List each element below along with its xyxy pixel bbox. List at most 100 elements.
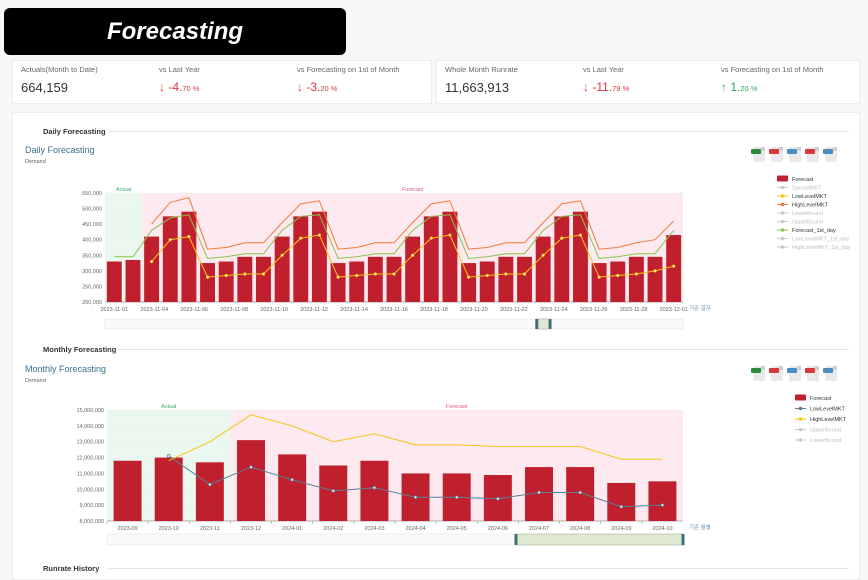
forecast-bar[interactable] xyxy=(144,236,160,302)
data-zoom-handle-right[interactable] xyxy=(681,534,685,545)
forecast-bar[interactable] xyxy=(154,457,183,521)
forecast-bar[interactable] xyxy=(647,256,663,302)
forecast-bar[interactable] xyxy=(237,440,265,521)
forecast-bar[interactable] xyxy=(162,216,178,302)
image-icon[interactable] xyxy=(787,147,801,162)
forecast-bar[interactable] xyxy=(423,216,439,302)
legend-swatch[interactable] xyxy=(795,394,806,401)
image-icon[interactable] xyxy=(823,366,837,381)
low-level-mkt-point[interactable] xyxy=(150,259,154,264)
legend-item-label[interactable]: HighLevelMKT xyxy=(792,203,829,209)
forecast-bar[interactable] xyxy=(572,211,588,302)
low-level-mkt-point[interactable] xyxy=(299,236,303,240)
data-zoom-handle-left[interactable] xyxy=(514,534,518,545)
low-level-mkt-point[interactable] xyxy=(597,275,601,279)
forecast-bar[interactable] xyxy=(311,211,327,302)
low-level-mkt-point[interactable] xyxy=(560,236,564,240)
legend-item-label[interactable]: LowLevelMKT xyxy=(792,194,827,200)
low-level-mkt-point[interactable] xyxy=(411,253,415,257)
low-level-mkt-point[interactable] xyxy=(290,477,294,482)
forecast-bar[interactable] xyxy=(274,236,290,302)
low-level-mkt-point[interactable] xyxy=(466,275,471,279)
forecast-bar[interactable] xyxy=(367,256,383,302)
low-level-mkt-point[interactable] xyxy=(331,489,336,493)
forecast-bar[interactable] xyxy=(125,259,141,302)
legend-item-label[interactable]: LowerBound xyxy=(792,211,823,217)
legend-swatch[interactable] xyxy=(777,175,788,182)
legend-item-label[interactable]: HighLevelMKT_1st_day xyxy=(792,245,851,251)
forecast-bar[interactable] xyxy=(628,256,644,302)
forecast-bar[interactable] xyxy=(591,263,607,302)
pdf-icon[interactable] xyxy=(769,147,783,162)
legend-item-label[interactable]: LowLevelMKT xyxy=(810,407,845,413)
legend-item-label[interactable]: UpperBound xyxy=(810,428,841,434)
legend-item-label[interactable]: UpperBound xyxy=(792,220,823,226)
legend-item-label[interactable]: Forecast xyxy=(792,177,814,183)
forecast-bar[interactable] xyxy=(517,256,532,302)
forecast-bar[interactable] xyxy=(461,263,477,302)
forecast-bar[interactable] xyxy=(293,216,309,302)
low-level-mkt-point[interactable] xyxy=(454,495,459,500)
legend-item-label[interactable]: LowLevelMKT_1st_day xyxy=(792,237,849,243)
image-icon[interactable] xyxy=(787,366,801,381)
data-zoom-window[interactable] xyxy=(536,318,551,330)
forecast-bar[interactable] xyxy=(278,454,307,521)
low-level-mkt-point[interactable] xyxy=(355,273,359,278)
pdf-icon[interactable] xyxy=(805,366,819,381)
forecast-bar[interactable] xyxy=(666,235,682,302)
forecast-bar[interactable] xyxy=(106,261,122,302)
data-zoom-track[interactable] xyxy=(104,318,684,330)
low-level-mkt-point[interactable] xyxy=(372,485,377,490)
forecast-bar[interactable] xyxy=(200,263,216,302)
low-level-mkt-point[interactable] xyxy=(413,495,418,500)
low-level-mkt-point[interactable] xyxy=(243,272,247,276)
data-zoom-handle-left[interactable] xyxy=(535,319,539,329)
low-level-mkt-point[interactable] xyxy=(660,503,665,507)
low-level-mkt-point[interactable] xyxy=(619,504,624,509)
forecast-bar[interactable] xyxy=(195,462,224,521)
legend-item-label[interactable]: Forecast xyxy=(810,396,832,402)
forecast-bar[interactable] xyxy=(405,236,421,302)
forecast-bar[interactable] xyxy=(319,465,348,522)
low-level-mkt-point[interactable] xyxy=(537,490,541,495)
forecast-bar[interactable] xyxy=(479,261,495,302)
data-zoom-handle-right[interactable] xyxy=(548,319,552,329)
excel-icon[interactable] xyxy=(751,366,765,381)
pdf-icon[interactable] xyxy=(805,147,819,162)
low-level-mkt-point[interactable] xyxy=(166,454,171,458)
low-level-mkt-point[interactable] xyxy=(448,233,452,237)
forecast-bar[interactable] xyxy=(442,211,458,302)
low-level-mkt-point[interactable] xyxy=(205,275,210,279)
forecast-bar[interactable] xyxy=(256,256,271,302)
legend-item-label[interactable]: HighLevelMKT xyxy=(810,417,847,423)
low-level-mkt-point[interactable] xyxy=(634,272,638,276)
low-level-mkt-point[interactable] xyxy=(578,490,582,495)
low-level-mkt-point[interactable] xyxy=(336,275,340,279)
legend-item-label[interactable]: SpecialMKT xyxy=(792,186,822,192)
forecast-bar[interactable] xyxy=(330,263,346,302)
low-level-mkt-point[interactable] xyxy=(208,482,212,487)
low-level-mkt-point[interactable] xyxy=(392,272,396,276)
low-level-mkt-point[interactable] xyxy=(578,233,583,237)
low-level-mkt-point[interactable] xyxy=(224,273,228,278)
low-level-mkt-point[interactable] xyxy=(522,272,527,276)
forecast-bar[interactable] xyxy=(498,256,514,302)
legend-item-label[interactable]: LowerBound xyxy=(810,438,841,444)
forecast-bar[interactable] xyxy=(181,211,197,302)
forecast-bar[interactable] xyxy=(360,460,389,521)
low-level-mkt-point[interactable] xyxy=(616,273,620,278)
low-level-mkt-point[interactable] xyxy=(485,273,489,278)
forecast-bar[interactable] xyxy=(648,481,677,521)
low-level-mkt-point[interactable] xyxy=(187,234,191,239)
low-level-mkt-point[interactable] xyxy=(429,236,433,240)
forecast-bar[interactable] xyxy=(607,482,636,521)
low-level-mkt-point[interactable] xyxy=(653,269,657,273)
forecast-bar[interactable] xyxy=(386,256,402,302)
forecast-bar[interactable] xyxy=(237,256,253,302)
image-icon[interactable] xyxy=(823,147,837,162)
low-level-mkt-point[interactable] xyxy=(541,253,545,257)
low-level-mkt-point[interactable] xyxy=(168,238,172,242)
forecast-bar[interactable] xyxy=(610,261,626,302)
excel-icon[interactable] xyxy=(751,147,765,162)
pdf-icon[interactable] xyxy=(769,366,783,381)
